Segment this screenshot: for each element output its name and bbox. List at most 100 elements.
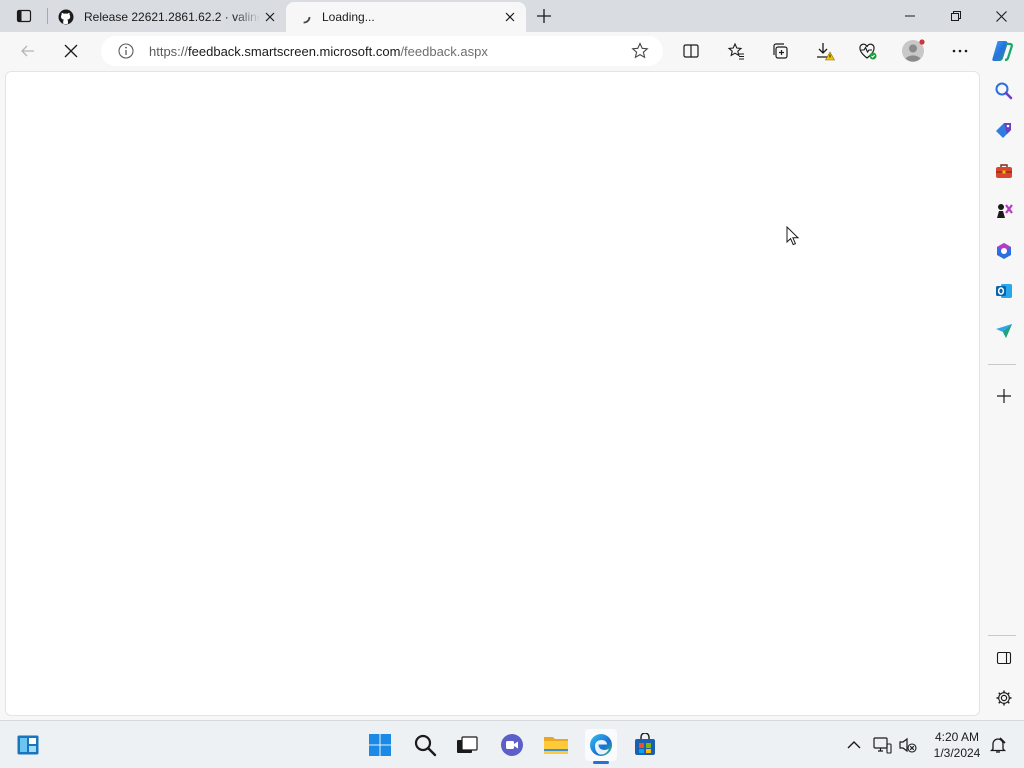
hide-sidebar-icon <box>996 651 1012 665</box>
clock-time: 4:20 AM <box>934 730 980 744</box>
url-scheme: https:// <box>149 43 189 59</box>
volume-muted-icon <box>899 737 917 753</box>
tab-github-release[interactable]: Release 22621.2861.62.2 · valinet <box>48 2 286 32</box>
profile-button[interactable] <box>898 36 928 66</box>
widgets-button[interactable] <box>12 729 44 761</box>
office-icon <box>997 243 1011 259</box>
drop-icon <box>996 324 1012 338</box>
sidebar-shopping-button[interactable] <box>990 117 1018 145</box>
github-icon <box>58 9 74 25</box>
notification-bell-icon <box>989 737 1007 753</box>
taskbar-search-button[interactable] <box>409 729 441 761</box>
loading-icon <box>296 9 312 25</box>
close-tab-icon[interactable] <box>500 7 520 27</box>
restore-icon <box>951 11 961 21</box>
more-icon <box>952 49 968 53</box>
add-icon <box>997 389 1011 403</box>
meet-icon <box>501 734 523 756</box>
sidebar-tools-button[interactable] <box>990 157 1018 185</box>
tab-strip: Release 22621.2861.62.2 · valinet Loadin… <box>0 0 1024 32</box>
new-tab-button[interactable] <box>532 4 556 28</box>
mouse-cursor-icon <box>786 226 800 246</box>
tray-volume-button[interactable] <box>898 735 918 755</box>
site-info-icon[interactable] <box>117 42 135 60</box>
collections-icon <box>773 43 788 59</box>
sidebar-drop-button[interactable] <box>990 317 1018 345</box>
minimize-button[interactable] <box>887 0 933 32</box>
stop-icon <box>64 44 78 58</box>
page-content <box>5 71 980 716</box>
clock-date: 1/3/2024 <box>933 746 981 760</box>
taskbar-clock[interactable]: 4:20 AM 1/3/2024 <box>926 729 988 761</box>
tab-loading[interactable]: Loading... <box>286 2 526 32</box>
store-button[interactable] <box>629 729 661 761</box>
chevron-up-icon <box>847 741 861 749</box>
tray-overflow-button[interactable] <box>844 735 864 755</box>
split-screen-icon <box>683 44 699 58</box>
task-view-icon <box>457 736 478 753</box>
search-icon <box>995 82 1013 100</box>
split-screen-button[interactable] <box>676 36 706 66</box>
tab-actions-button[interactable] <box>8 4 40 28</box>
close-tab-icon[interactable] <box>260 7 280 27</box>
sidebar-divider <box>988 364 1016 365</box>
games-icon <box>997 204 1013 218</box>
sidebar-office-button[interactable] <box>990 237 1018 265</box>
settings-icon <box>996 690 1012 706</box>
stop-loading-button[interactable] <box>56 36 86 66</box>
file-explorer-icon <box>544 737 568 754</box>
network-icon <box>873 737 892 754</box>
back-button[interactable] <box>13 36 43 66</box>
sidebar-divider <box>988 635 1016 636</box>
tray-network-button[interactable] <box>872 735 892 755</box>
performance-button[interactable] <box>853 36 883 66</box>
start-button[interactable] <box>364 729 396 761</box>
edge-sidebar <box>984 70 1024 720</box>
notifications-button[interactable] <box>988 735 1008 755</box>
store-icon <box>635 733 655 755</box>
downloads-icon <box>817 43 835 61</box>
shopping-icon <box>996 123 1011 138</box>
copilot-icon <box>992 41 1013 62</box>
tab-actions-icon <box>16 9 32 23</box>
sidebar-search-button[interactable] <box>990 77 1018 105</box>
address-bar[interactable]: https://feedback.smartscreen.microsoft.c… <box>101 36 663 66</box>
active-app-indicator <box>593 761 609 764</box>
search-icon <box>414 734 437 757</box>
favorites-icon <box>727 42 744 60</box>
meet-button[interactable] <box>496 729 528 761</box>
tools-icon <box>996 164 1012 178</box>
sidebar-outlook-button[interactable] <box>990 277 1018 305</box>
favorites-button[interactable] <box>721 36 751 66</box>
close-icon <box>995 10 1007 22</box>
task-view-button[interactable] <box>451 729 483 761</box>
tab-title: Loading... <box>322 10 375 24</box>
edge-taskbar-button[interactable] <box>585 729 617 761</box>
file-explorer-button[interactable] <box>540 729 572 761</box>
plus-icon <box>537 9 551 23</box>
close-window-button[interactable] <box>978 0 1024 32</box>
sidebar-settings-button[interactable] <box>990 684 1018 712</box>
sidebar-add-button[interactable] <box>990 382 1018 410</box>
back-icon <box>21 45 34 57</box>
restore-button[interactable] <box>933 0 979 32</box>
taskbar: 4:20 AM 1/3/2024 <box>0 720 1024 768</box>
hide-sidebar-button[interactable] <box>990 644 1018 672</box>
more-button[interactable] <box>945 36 975 66</box>
start-icon <box>369 734 391 756</box>
outlook-icon <box>996 284 1012 298</box>
url-path: /feedback.aspx <box>400 43 488 59</box>
sidebar-games-button[interactable] <box>990 197 1018 225</box>
downloads-button[interactable] <box>810 36 840 66</box>
edge-icon <box>590 734 612 756</box>
tab-title: Release 22621.2861.62.2 · valinet <box>84 10 260 24</box>
widgets-icon <box>17 735 39 755</box>
minimize-icon <box>905 15 915 17</box>
profile-icon <box>902 39 925 62</box>
url-host: feedback.smartscreen.microsoft.com <box>188 43 401 59</box>
performance-icon <box>859 43 877 60</box>
add-favorite-icon[interactable] <box>631 42 649 60</box>
collections-button[interactable] <box>765 36 795 66</box>
copilot-button[interactable] <box>987 36 1017 66</box>
url-text: https://feedback.smartscreen.microsoft.c… <box>149 44 488 59</box>
